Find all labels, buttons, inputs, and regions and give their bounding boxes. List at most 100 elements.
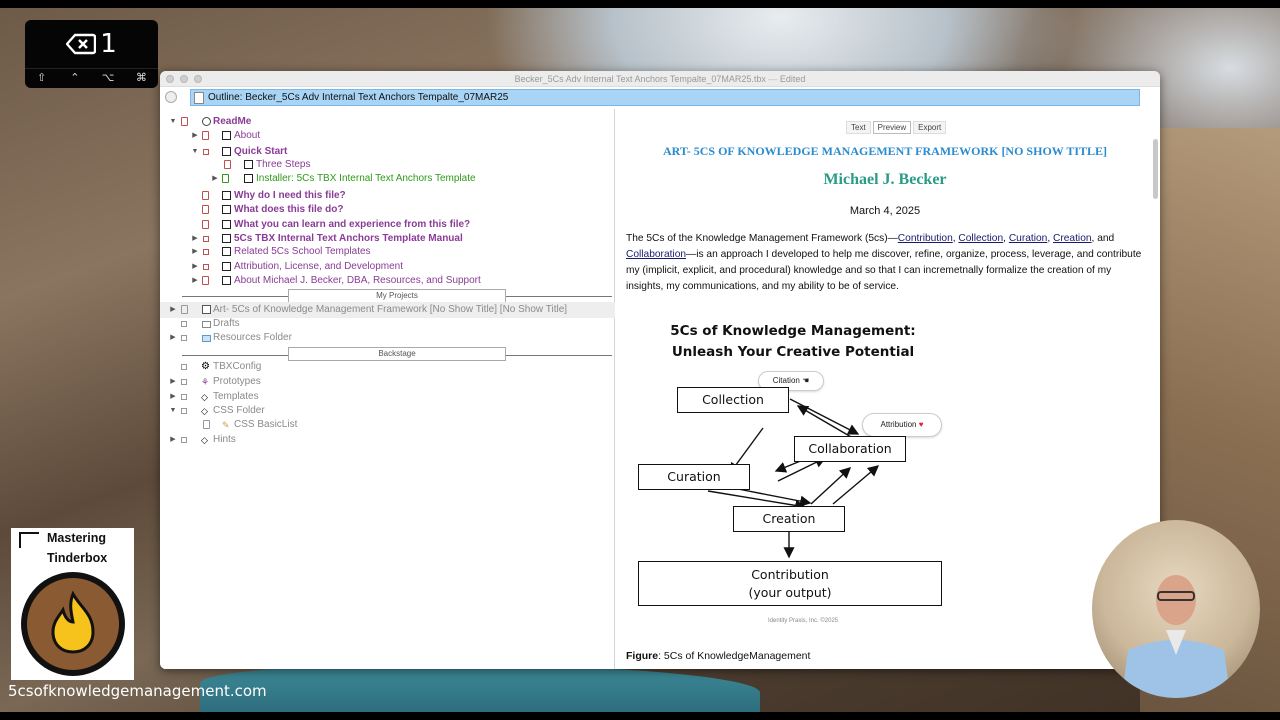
note-marker-icon	[202, 205, 209, 214]
outline-row-attribution[interactable]: ▶ Attribution, License, and Development	[160, 260, 615, 274]
outline-row-about-becker[interactable]: ▶ About Michael J. Becker, DBA, Resource…	[160, 274, 615, 288]
outline-row-css-folder[interactable]: ▼ ◇ CSS Folder	[160, 404, 615, 418]
preview-date: March 4, 2025	[849, 205, 921, 217]
tab-export[interactable]: Export	[913, 121, 947, 134]
outline-row-drafts[interactable]: Drafts	[160, 317, 615, 331]
minimize-window-button[interactable]	[180, 75, 188, 83]
disclosure-closed-icon[interactable]: ▶	[168, 303, 178, 317]
disclosure-open-icon[interactable]: ▼	[168, 115, 178, 129]
link-contribution[interactable]: Contribution	[898, 233, 953, 244]
outline-label-what-learn: What you can learn and experience from t…	[234, 219, 471, 230]
disclosure-closed-icon[interactable]: ▶	[168, 390, 178, 404]
outline-label-why: Why do I need this file?	[234, 190, 346, 201]
checkbox-icon[interactable]	[181, 437, 187, 443]
disclosure-open-icon[interactable]: ▼	[168, 404, 178, 418]
folder-icon	[202, 335, 211, 342]
outline-row-css-basiclist[interactable]: ✎ CSS BasicList	[160, 418, 615, 432]
outline-label-related: Related 5Cs School Templates	[234, 246, 371, 257]
checkbox-icon[interactable]	[181, 335, 187, 341]
box-collaboration: Collaboration	[794, 436, 906, 462]
outline-label-hints: Hints	[213, 434, 236, 445]
disclosure-closed-icon[interactable]: ▶	[190, 129, 200, 143]
box-creation: Creation	[733, 506, 845, 532]
pencil-icon: ✎	[222, 420, 230, 430]
disclosure-closed-icon[interactable]: ▶	[190, 260, 200, 274]
outline-path-field[interactable]: Outline: Becker_5Cs Adv Internal Text An…	[190, 89, 1140, 106]
outline-row-resources[interactable]: ▶ Resources Folder	[160, 331, 615, 345]
folder-icon	[202, 321, 211, 328]
outline-row-three-steps[interactable]: Three Steps	[160, 158, 615, 172]
checkbox-icon[interactable]	[203, 236, 209, 242]
checkbox-icon[interactable]	[181, 408, 187, 414]
outline-row-prototypes[interactable]: ▶ ⚘ Prototypes	[160, 375, 615, 389]
diagram-credit: Identity Praxis, Inc. ©2025	[768, 618, 839, 624]
outline-label-about-becker: About Michael J. Becker, DBA, Resources,…	[234, 275, 481, 286]
disclosure-closed-icon[interactable]: ▶	[190, 232, 200, 246]
title-bar[interactable]: Becker_5Cs Adv Internal Text Anchors Tem…	[160, 71, 1160, 87]
checkbox-icon[interactable]	[181, 379, 187, 385]
outline-row-installer[interactable]: ▶ Installer: 5Cs TBX Internal Text Ancho…	[160, 172, 615, 186]
separator-backstage[interactable]: Backstage	[288, 347, 506, 361]
note-icon	[222, 205, 231, 214]
checkbox-icon[interactable]	[203, 249, 209, 255]
zoom-window-button[interactable]	[194, 75, 202, 83]
outline-row-hints[interactable]: ▶ ◇ Hints	[160, 433, 615, 447]
outline-label-resources: Resources Folder	[213, 332, 292, 343]
outline-row-why[interactable]: Why do I need this file?	[160, 189, 615, 203]
checkbox-icon[interactable]	[181, 321, 187, 327]
preview-body: The 5Cs of the Knowledge Management Fram…	[626, 233, 1142, 292]
note-icon	[222, 276, 231, 285]
outline-label-manual: 5Cs TBX Internal Text Anchors Template M…	[234, 233, 463, 244]
body-rest: —is an approach I developed to help me d…	[626, 249, 1142, 292]
back-button[interactable]	[165, 91, 177, 103]
box-curation: Curation	[638, 464, 750, 490]
disclosure-closed-icon[interactable]: ▶	[190, 245, 200, 259]
outline-row-manual[interactable]: ▶ 5Cs TBX Internal Text Anchors Template…	[160, 232, 615, 246]
keystroke-overlay: 1 ⇧ ⌃ ⌥ ⌘	[25, 20, 158, 88]
disclosure-closed-icon[interactable]: ▶	[168, 331, 178, 345]
tab-text[interactable]: Text	[846, 121, 871, 134]
outline-label-art: Art- 5Cs of Knowledge Management Framewo…	[213, 304, 568, 315]
disclosure-closed-icon[interactable]: ▶	[168, 433, 178, 447]
checkbox-icon[interactable]	[203, 264, 209, 270]
disclosure-open-icon[interactable]: ▼	[190, 145, 200, 159]
separator-my-projects[interactable]: My Projects	[288, 289, 506, 303]
outline-row-related[interactable]: ▶ Related 5Cs School Templates	[160, 245, 615, 259]
tab-preview[interactable]: Preview	[872, 121, 912, 134]
badge-line2: Tinderbox	[47, 551, 108, 565]
outline-row-tbxconfig[interactable]: ⚙ TBXConfig	[160, 360, 615, 374]
link-collaboration[interactable]: Collaboration	[626, 249, 686, 260]
outline-row-art[interactable]: ▶ Art- 5Cs of Knowledge Management Frame…	[160, 303, 615, 317]
preview-tabs: Text Preview Export	[846, 121, 947, 134]
flame-icon	[51, 590, 95, 654]
outline-row-quick-start[interactable]: ▼ Quick Start	[160, 145, 615, 159]
link-curation[interactable]: Curation	[1009, 233, 1048, 244]
note-marker-icon	[181, 305, 188, 314]
gear-icon: ⚙	[201, 361, 210, 372]
link-collection[interactable]: Collection	[958, 233, 1003, 244]
window-title-text: Becker_5Cs Adv Internal Text Anchors Tem…	[514, 74, 766, 84]
checkbox-icon[interactable]	[203, 149, 209, 155]
outline-row-what-learn[interactable]: What you can learn and experience from t…	[160, 218, 615, 232]
badge-corner-mark	[19, 532, 39, 548]
outline-row-templates[interactable]: ▶ ◇ Templates	[160, 390, 615, 404]
lake	[200, 664, 760, 712]
disclosure-closed-icon[interactable]: ▶	[190, 274, 200, 288]
outline-row-readme[interactable]: ▼ ReadMe	[160, 115, 615, 129]
outline-row-about[interactable]: ▶ About	[160, 129, 615, 143]
disclosure-closed-icon[interactable]: ▶	[168, 375, 178, 389]
checkbox-icon[interactable]	[181, 394, 187, 400]
website-url: 5csofknowledgemanagement.com	[8, 682, 267, 700]
disclosure-closed-icon[interactable]: ▶	[210, 172, 220, 186]
note-marker-icon	[202, 220, 209, 229]
outline-row-what-do[interactable]: What does this file do?	[160, 203, 615, 217]
preview-pane[interactable]: Text Preview Export ART- 5CS OF KNOWLEDG…	[620, 109, 1160, 669]
link-creation[interactable]: Creation	[1053, 233, 1092, 244]
webcam-video	[1092, 520, 1260, 698]
path-bar: Outline: Becker_5Cs Adv Internal Text An…	[160, 87, 1160, 107]
close-window-button[interactable]	[166, 75, 174, 83]
outline-pane[interactable]: ▼ ReadMe ▶ About ▼ Quick Start Three Ste…	[160, 109, 615, 669]
checkbox-icon[interactable]	[181, 364, 187, 370]
preview-scrollbar[interactable]	[1153, 139, 1158, 199]
pill-attribution: Attribution ♥	[862, 413, 942, 437]
